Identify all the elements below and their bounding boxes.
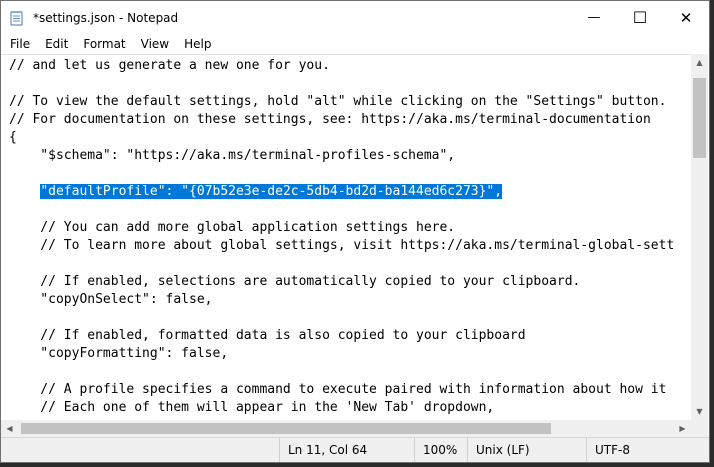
menu-format[interactable]: Format bbox=[74, 37, 131, 51]
code-line: // and let us generate a new one for you… bbox=[9, 58, 330, 73]
status-bar: Ln 11, Col 64 100% Unix (LF) UTF-8 bbox=[1, 437, 709, 462]
title-bar[interactable]: *settings.json - Notepad — ☐ ✕ bbox=[1, 1, 709, 34]
scroll-left-arrow-icon[interactable]: ◀ bbox=[1, 420, 18, 437]
line-ending: Unix (LF) bbox=[467, 438, 586, 462]
menu-bar: File Edit Format View Help bbox=[1, 34, 709, 54]
window-title: *settings.json - Notepad bbox=[33, 10, 179, 25]
menu-file[interactable]: File bbox=[1, 37, 36, 51]
code-line: "copyOnSelect": false, bbox=[9, 292, 213, 307]
minimize-button[interactable]: — bbox=[571, 1, 617, 34]
selected-line-indent bbox=[9, 184, 40, 199]
menu-edit[interactable]: Edit bbox=[36, 37, 74, 51]
code-line: // For documentation on these settings, … bbox=[9, 112, 651, 127]
code-line: "defaultProfile": "{07b52e3e-de2c-5db4-b… bbox=[9, 183, 503, 201]
maximize-icon: ☐ bbox=[632, 8, 648, 27]
minimize-icon: — bbox=[587, 10, 601, 25]
cursor-position: Ln 11, Col 64 bbox=[279, 438, 414, 462]
code-line: "copyFormatting": false, bbox=[9, 346, 229, 361]
close-icon: ✕ bbox=[679, 8, 693, 27]
text-editor-area[interactable]: // and let us generate a new one for you… bbox=[1, 54, 691, 421]
code-line: // To learn more about global settings, … bbox=[9, 238, 675, 253]
menu-help[interactable]: Help bbox=[175, 37, 217, 51]
menu-view[interactable]: View bbox=[132, 37, 175, 51]
notepad-icon bbox=[9, 10, 25, 26]
scroll-right-arrow-icon[interactable]: ▶ bbox=[674, 420, 691, 437]
code-line: // To view the default settings, hold "a… bbox=[9, 94, 667, 109]
selected-text[interactable]: "defaultProfile": "{07b52e3e-de2c-5db4-b… bbox=[40, 184, 503, 199]
zoom-level: 100% bbox=[414, 438, 467, 462]
scrollbar-corner bbox=[691, 420, 708, 437]
code-line: // A profile specifies a command to exec… bbox=[9, 382, 667, 397]
scroll-down-arrow-icon[interactable]: ▼ bbox=[691, 403, 708, 420]
encoding: UTF-8 bbox=[586, 438, 706, 462]
code-line: // If enabled, formatted data is also co… bbox=[9, 328, 526, 343]
code-line: "$schema": "https://aka.ms/terminal-prof… bbox=[9, 148, 456, 163]
code-line: // You can add more global application s… bbox=[9, 220, 456, 235]
horizontal-scrollbar[interactable]: ◀ ▶ bbox=[1, 420, 691, 437]
maximize-button[interactable]: ☐ bbox=[617, 1, 663, 34]
code-line: // Each one of them will appear in the '… bbox=[9, 400, 495, 415]
scroll-up-arrow-icon[interactable]: ▲ bbox=[691, 54, 708, 71]
code-line: { bbox=[9, 130, 17, 145]
vertical-scroll-thumb[interactable] bbox=[693, 78, 706, 158]
close-button[interactable]: ✕ bbox=[663, 1, 709, 34]
vertical-scrollbar[interactable]: ▲ ▼ bbox=[691, 54, 708, 420]
code-line: // If enabled, selections are automatica… bbox=[9, 274, 581, 289]
notepad-window: *settings.json - Notepad — ☐ ✕ File Edit… bbox=[0, 0, 710, 463]
horizontal-scroll-thumb[interactable] bbox=[21, 423, 551, 434]
